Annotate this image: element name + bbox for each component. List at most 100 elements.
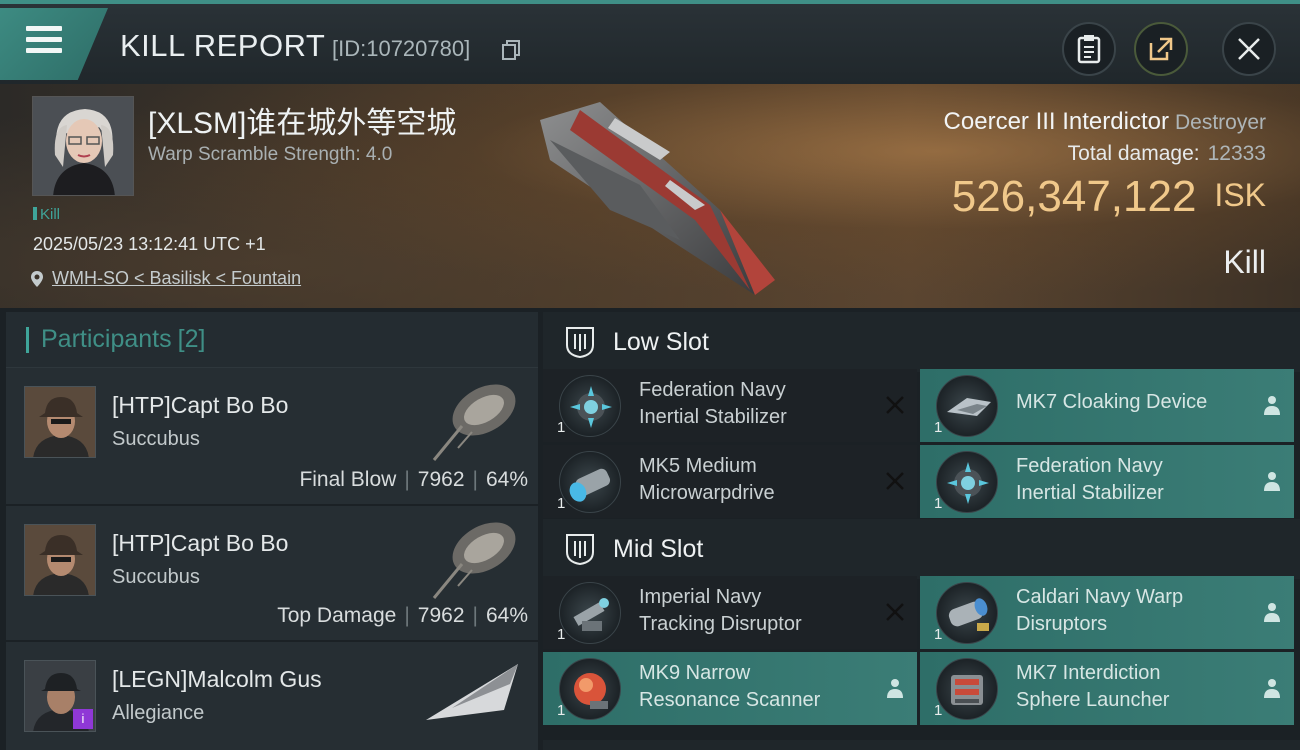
module-name-line2: Disruptors: [1016, 613, 1108, 635]
module-icon: [559, 451, 621, 513]
destroyed-x-icon: [886, 472, 904, 490]
menu-button[interactable]: [0, 8, 108, 80]
participant-role: Final Blow: [299, 468, 397, 491]
clipboard-icon: [1077, 35, 1101, 64]
isk-value: 526,347,122 ISK: [952, 172, 1266, 222]
participant-avatar[interactable]: i: [24, 660, 96, 732]
participant-name[interactable]: [LEGN]Malcolm Gus: [112, 666, 322, 693]
participant-damage: 7962: [417, 604, 465, 627]
module-name: MK5 Medium Microwarpdrive: [639, 453, 875, 507]
participants-count: [2]: [177, 325, 206, 353]
pilot-icon: [1264, 396, 1280, 415]
participant-ship: Succubus: [112, 428, 200, 450]
location-link[interactable]: WMH-SO < Basilisk < Fountain: [52, 268, 301, 289]
module-name-line2: Sphere Launcher: [1016, 689, 1170, 711]
pilot-icon: [1264, 679, 1280, 698]
clipboard-button[interactable]: [1062, 22, 1116, 76]
module-item[interactable]: 1 Caldari Navy Warp Disruptors: [920, 576, 1294, 649]
module-item[interactable]: 1 Federation Navy Inertial Stabilizer: [543, 369, 917, 442]
fitting-panel: Low Slot 1 Federation Navy Inertial Stabi…: [543, 312, 1300, 750]
module-name-line1: Federation Navy: [1016, 455, 1163, 477]
victim-ship[interactable]: Coercer III Interdictor Destroyer: [944, 108, 1266, 136]
total-damage: Total damage: 12333: [1068, 142, 1266, 166]
slot-shield-icon: [566, 327, 594, 359]
module-name: Federation Navy Inertial Stabilizer: [1016, 453, 1252, 507]
participants-header: Participants [2]: [6, 312, 538, 368]
copy-icon[interactable]: [502, 40, 520, 60]
participant-stats: Final Blow | 7962 | 64%: [299, 468, 528, 491]
participants-label: Participants: [41, 325, 172, 353]
module-item[interactable]: 1 Federation Navy Inertial Stabilizer: [920, 445, 1294, 518]
module-name: Imperial Navy Tracking Disruptor: [639, 584, 875, 638]
participant-ship-image[interactable]: [422, 512, 522, 602]
slot-shield-icon: [566, 534, 594, 566]
participant-row[interactable]: i [LEGN]Malcolm Gus Allegiance: [6, 640, 538, 750]
module-item[interactable]: 1 MK9 Narrow Resonance Scanner: [543, 652, 917, 725]
kill-datetime: 2025/05/23 13:12:41 UTC +1: [33, 234, 266, 254]
module-quantity: 1: [557, 702, 566, 719]
participant-row[interactable]: [HTP]Capt Bo Bo Succubus Final Blow | 7962…: [6, 368, 538, 504]
warp-scramble-strength: Warp Scramble Strength: 4.0: [148, 144, 393, 165]
kill-location[interactable]: WMH-SO < Basilisk < Fountain: [30, 268, 301, 289]
module-quantity: 1: [557, 626, 566, 643]
destroyed-x-icon: [886, 603, 904, 621]
module-item[interactable]: 1 Imperial Navy Tracking Disruptor: [543, 576, 917, 649]
module-item[interactable]: 1 MK7 Interdiction Sphere Launcher: [920, 652, 1294, 725]
share-button[interactable]: [1134, 22, 1188, 76]
module-item[interactable]: 1 MK5 Medium Microwarpdrive: [543, 445, 917, 518]
victim-avatar[interactable]: [32, 96, 134, 196]
total-damage-value: 12333: [1207, 142, 1266, 165]
module-name-line1: MK5 Medium: [639, 455, 757, 477]
module-name-line2: Microwarpdrive: [639, 482, 775, 504]
module-name: Caldari Navy Warp Disruptors: [1016, 584, 1252, 638]
module-name-line1: Imperial Navy: [639, 586, 762, 608]
module-name-line1: MK9 Narrow: [639, 662, 751, 684]
participant-stats: Top Damage | 7962 | 64%: [277, 604, 528, 627]
participant-percent: 64%: [485, 604, 528, 627]
report-id: [ID:10720780]: [332, 36, 471, 61]
module-name-line2: Tracking Disruptor: [639, 613, 802, 635]
participant-ship-image[interactable]: [422, 648, 522, 738]
top-bar: KILL REPORT [ID:10720780]: [0, 0, 1300, 84]
participant-avatar[interactable]: [24, 386, 96, 458]
module-quantity: 1: [934, 419, 943, 436]
low-slot-header: Low Slot: [543, 312, 1300, 372]
module-item[interactable]: 1 MK7 Cloaking Device: [920, 369, 1294, 442]
victim-ship-name: Coercer III Interdictor: [943, 108, 1169, 135]
module-name: Federation Navy Inertial Stabilizer: [639, 377, 875, 431]
module-name: MK7 Cloaking Device: [1016, 389, 1252, 416]
module-quantity: 1: [557, 419, 566, 436]
module-icon: [936, 658, 998, 720]
victim-ship-class: Destroyer: [1174, 111, 1266, 134]
participant-name[interactable]: [HTP]Capt Bo Bo: [112, 530, 288, 557]
participant-ship: Succubus: [112, 566, 200, 588]
kill-tag: Kill: [33, 206, 60, 223]
module-name-line2: Inertial Stabilizer: [1016, 482, 1164, 504]
victim-pilot-name[interactable]: [XLSM]谁在城外等空城: [148, 98, 456, 142]
participant-ship-image[interactable]: [422, 374, 522, 464]
module-name-line1: MK7 Cloaking Device: [1016, 391, 1208, 413]
participants-panel: Participants [2] [HTP]Capt Bo Bo Succubu…: [6, 312, 538, 750]
mid-slot-header: Mid Slot: [543, 519, 1300, 579]
module-icon: [559, 658, 621, 720]
victim-ship-image[interactable]: [520, 90, 780, 300]
menu-icon: [26, 26, 62, 58]
module-name-line1: Federation Navy: [639, 379, 786, 401]
module-name: MK9 Narrow Resonance Scanner: [639, 660, 875, 714]
location-pin-icon: [31, 270, 43, 287]
participant-name[interactable]: [HTP]Capt Bo Bo: [112, 392, 288, 419]
participant-row[interactable]: [HTP]Capt Bo Bo Succubus Top Damage | 7962…: [6, 504, 538, 640]
kill-tag-label: Kill: [40, 206, 61, 223]
participant-avatar[interactable]: [24, 524, 96, 596]
close-button[interactable]: [1222, 22, 1276, 76]
module-icon: [936, 451, 998, 513]
victim-summary: [XLSM]谁在城外等空城 Warp Scramble Strength: 4.…: [0, 84, 1300, 308]
isk-unit: ISK: [1214, 177, 1266, 213]
module-icon: [936, 582, 998, 644]
module-quantity: 1: [557, 495, 566, 512]
module-icon: [936, 375, 998, 437]
participant-damage: 7962: [417, 468, 465, 491]
destroyed-x-icon: [886, 396, 904, 414]
module-name-line1: Caldari Navy Warp: [1016, 586, 1184, 608]
module-name-line1: MK7 Interdiction: [1016, 662, 1161, 684]
